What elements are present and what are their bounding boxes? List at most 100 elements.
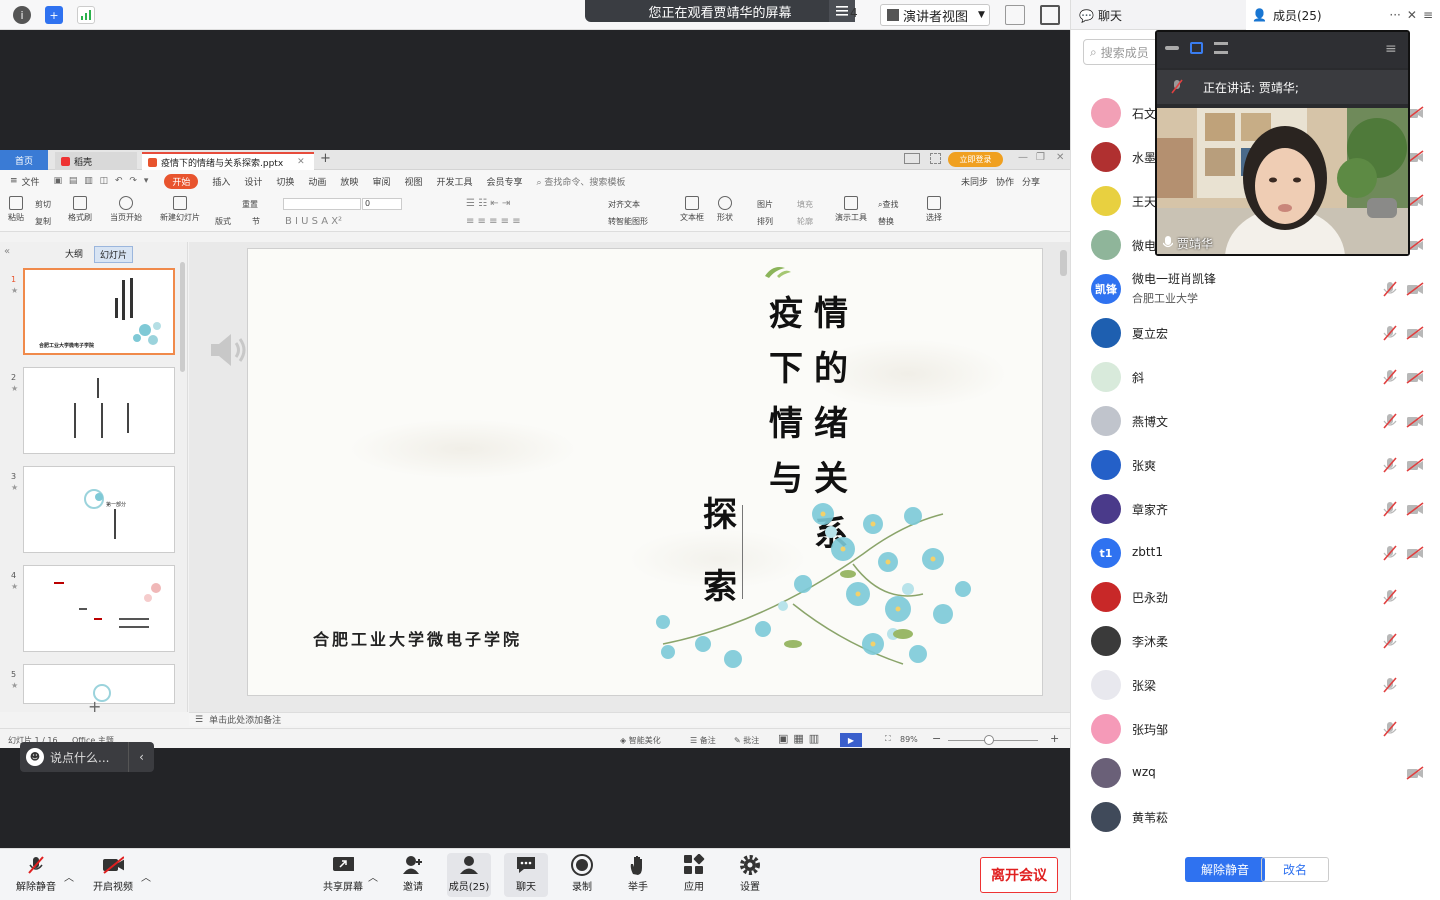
minimize-icon[interactable]	[1165, 46, 1179, 50]
play-from-current-button[interactable]: 当页开始	[110, 196, 142, 223]
mic-muted-icon[interactable]	[1383, 589, 1397, 605]
mic-muted-icon[interactable]	[1383, 633, 1397, 649]
tab-outline[interactable]: 大纲	[60, 246, 88, 263]
menu-view[interactable]: 视图	[404, 175, 422, 188]
new-slide-button[interactable]: 新建幻灯片	[160, 196, 200, 223]
member-row[interactable]: 章家齐	[1071, 488, 1440, 532]
leave-meeting-button[interactable]: 离开会议	[980, 857, 1058, 893]
mic-muted-icon[interactable]	[1383, 281, 1397, 297]
rename-button[interactable]: 改名	[1261, 857, 1329, 882]
camera-off-icon[interactable]	[1406, 326, 1424, 340]
mic-muted-icon[interactable]	[1383, 721, 1397, 737]
smart-shape-button[interactable]: 转智能图形	[608, 216, 648, 227]
slide-thumbnail-2[interactable]	[23, 367, 175, 454]
camera-off-icon[interactable]	[1406, 370, 1424, 384]
member-row[interactable]: 李沐柔	[1071, 620, 1440, 664]
chat-input-pill[interactable]: ☻ 说点什么... ‹	[20, 742, 154, 772]
chevron-up-icon[interactable]: ︿	[368, 869, 378, 884]
smart-beautify-button[interactable]: ◈ 智能美化	[620, 735, 661, 746]
start-video-button[interactable]: 开启视频	[91, 853, 135, 897]
chevron-up-icon[interactable]: ︿	[64, 869, 74, 884]
invite-button[interactable]: 邀请	[391, 853, 435, 897]
slide-thumbnail-3[interactable]: 第一部分	[23, 466, 175, 553]
quick-access-icons[interactable]: ▣ ▤ ▥ ◫ ↶ ↷ ▾	[54, 176, 151, 186]
collapse-panel-icon[interactable]: «	[4, 246, 10, 257]
member-row[interactable]: 张梁	[1071, 664, 1440, 708]
menu-file[interactable]: 文件	[22, 175, 40, 188]
speaker-video-window[interactable]: ≡ 正在讲话: 贾靖华; 贾靖华	[1155, 30, 1410, 256]
slide-thumbnail-1[interactable]: 合肥工业大学微电子学院	[23, 268, 175, 355]
slide-scrollbar[interactable]	[1060, 250, 1067, 276]
shape-button[interactable]: 形状	[717, 196, 733, 223]
shield-icon[interactable]: +	[45, 6, 63, 24]
info-icon[interactable]: i	[13, 6, 31, 24]
mic-muted-icon[interactable]	[1383, 501, 1397, 517]
menu-dev[interactable]: 开发工具	[436, 175, 472, 188]
font-family-select[interactable]	[283, 198, 361, 210]
chat-button[interactable]: 聊天	[504, 853, 548, 897]
share-button[interactable]: 分享	[1022, 175, 1040, 188]
view-mode-select[interactable]: 演讲者视图 ▼	[880, 4, 990, 26]
menu-design[interactable]: 设计	[244, 175, 262, 188]
member-row[interactable]: 燕博文	[1071, 400, 1440, 444]
mic-muted-icon[interactable]	[1383, 325, 1397, 341]
command-search[interactable]: ⌕ 查找命令、搜索模板	[537, 175, 626, 188]
current-slide[interactable]: 情 的 绪 关 系 疫 下 情 与 探 索 合肥工业大学微电子学院	[247, 248, 1043, 696]
menu-show[interactable]: 放映	[340, 175, 358, 188]
comment-toggle[interactable]: ✎ 批注	[734, 735, 759, 746]
share-screen-button[interactable]: 共享屏幕	[321, 853, 365, 897]
layout-icon[interactable]	[904, 153, 920, 164]
collab-button[interactable]: 协作	[996, 175, 1014, 188]
tab-slides[interactable]: 幻灯片	[94, 246, 134, 263]
layout-button[interactable]: 版式	[215, 216, 231, 227]
tab-document[interactable]: 疫情下的情绪与关系探索.pptx ✕	[142, 152, 314, 170]
close-icon[interactable]: ✕	[1407, 8, 1417, 22]
member-row[interactable]: 黄苇菘	[1071, 796, 1440, 840]
menu-switch[interactable]: 切换	[276, 175, 294, 188]
notes-toggle[interactable]: ☰ 备注	[690, 735, 716, 746]
menu-animation[interactable]: 动画	[308, 175, 326, 188]
mic-muted-icon[interactable]	[1383, 545, 1397, 561]
sync-status[interactable]: 未同步	[961, 175, 988, 188]
mic-muted-icon[interactable]	[1383, 457, 1397, 473]
camera-off-icon[interactable]	[1406, 282, 1424, 296]
text-format-icons[interactable]: B I U S A X²	[285, 216, 342, 227]
fit-icon[interactable]: ⛶	[885, 734, 891, 744]
notes-bar[interactable]: ☰ 单击此处添加备注	[189, 712, 1070, 726]
zoom-out-icon[interactable]: −	[932, 732, 941, 745]
textbox-button[interactable]: 文本框	[680, 196, 704, 223]
arrange-button[interactable]: 排列	[757, 216, 773, 227]
slide-thumbnail-4[interactable]	[23, 565, 175, 652]
outline-button[interactable]: 轮廓	[797, 216, 813, 227]
raise-hand-button[interactable]: 举手	[616, 853, 660, 897]
copy-button[interactable]: 复制	[35, 216, 51, 227]
member-row[interactable]: 斜	[1071, 356, 1440, 400]
zoom-in-icon[interactable]: +	[1050, 732, 1059, 745]
format-painter-button[interactable]: 格式刷	[68, 196, 92, 223]
exit-fullscreen-icon[interactable]	[1005, 5, 1025, 25]
replace-button[interactable]: 替换	[878, 216, 894, 227]
window-close-icon[interactable]: ✕	[1056, 152, 1064, 163]
member-row[interactable]: 张玙邹	[1071, 708, 1440, 752]
fill-button[interactable]: 填充	[797, 199, 813, 210]
unmute-button[interactable]: 解除静音	[14, 853, 58, 897]
menu-icon[interactable]: ≡	[1385, 41, 1397, 57]
camera-off-icon[interactable]	[1406, 546, 1424, 560]
camera-off-icon[interactable]	[1406, 502, 1424, 516]
unmute-all-button[interactable]: 解除静音	[1185, 857, 1265, 882]
hamburger-icon[interactable]: ≡	[10, 176, 18, 186]
mic-muted-icon[interactable]	[1383, 369, 1397, 385]
emoji-icon[interactable]: ☻	[26, 748, 44, 766]
member-row[interactable]: wzq	[1071, 752, 1440, 796]
section-button[interactable]: 节	[252, 216, 260, 227]
slideshow-play-button[interactable]: ▶	[840, 733, 862, 747]
close-icon[interactable]: ✕	[297, 157, 305, 167]
members-button[interactable]: 成员(25)	[447, 853, 491, 897]
align-text-button[interactable]: 对齐文本	[608, 199, 640, 210]
tab-home[interactable]: 首页	[0, 150, 48, 170]
mic-muted-icon[interactable]	[1383, 413, 1397, 429]
menu-icon[interactable]: ≡	[1423, 8, 1433, 22]
member-row[interactable]: 张爽	[1071, 444, 1440, 488]
zoom-slider-handle[interactable]	[984, 735, 994, 745]
signal-icon[interactable]	[77, 6, 95, 24]
